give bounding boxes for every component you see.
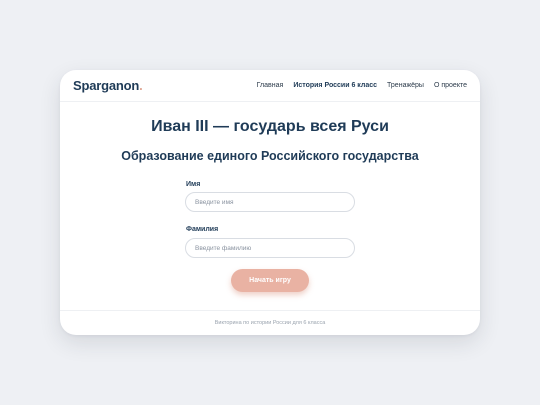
last-name-input[interactable] xyxy=(185,238,355,258)
nav-link-home[interactable]: Главная xyxy=(257,82,284,89)
logo-text: Sparganon xyxy=(73,78,140,93)
main-nav: Главная История России 6 класс Тренажёры… xyxy=(257,82,467,89)
last-name-label: Фамилия xyxy=(186,226,219,233)
nav-link-history-6[interactable]: История России 6 класс xyxy=(293,82,377,89)
first-name-label: Имя xyxy=(186,181,201,188)
footer: Викторина по истории России для 6 класса xyxy=(60,310,480,335)
first-name-input[interactable] xyxy=(185,192,355,212)
logo-dot: . xyxy=(139,78,143,93)
start-game-button[interactable]: Начать игру xyxy=(231,269,309,292)
page-title: Иван III — государь всея Руси xyxy=(151,118,389,135)
footer-text: Викторина по истории России для 6 класса xyxy=(214,320,326,326)
page-subtitle: Образование единого Российского государс… xyxy=(121,149,419,163)
logo[interactable]: Sparganon. xyxy=(73,78,143,93)
nav-link-trainers[interactable]: Тренажёры xyxy=(387,82,424,89)
nav-link-about[interactable]: О проекте xyxy=(434,82,467,89)
app-card: Sparganon. Главная История России 6 клас… xyxy=(60,70,480,335)
top-navigation-bar: Sparganon. Главная История России 6 клас… xyxy=(60,70,480,102)
